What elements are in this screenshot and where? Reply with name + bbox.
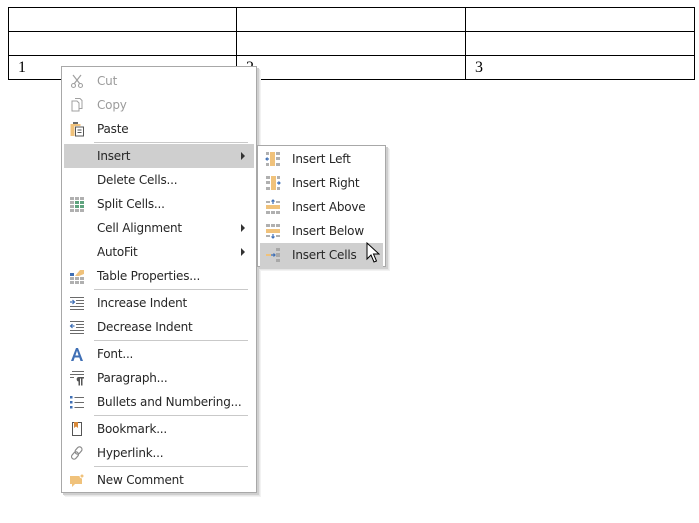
insert-left-icon	[265, 152, 280, 166]
menu-item-label: Font...	[97, 347, 134, 361]
menu-item-autofit[interactable]: AutoFit	[64, 240, 254, 264]
bullets-icon	[70, 396, 84, 409]
submenu-arrow-icon	[241, 248, 245, 256]
table-cell[interactable]	[465, 31, 695, 56]
submenu-arrow-icon	[241, 152, 245, 160]
menu-item-label: Bookmark...	[97, 422, 168, 436]
table-cell[interactable]	[465, 7, 695, 32]
menu-item-label: Copy	[97, 98, 127, 112]
menu-item-label: Bullets and Numbering...	[97, 395, 242, 409]
menu-item-cut[interactable]: Cut	[64, 69, 254, 93]
table-cell[interactable]	[8, 7, 237, 32]
menu-item-label: Hyperlink...	[97, 446, 164, 460]
submenu-item-insert-cells[interactable]: Insert Cells	[260, 243, 383, 267]
font-icon	[71, 348, 83, 361]
submenu-item-insert-right[interactable]: Insert Right	[260, 171, 383, 195]
menu-item-insert[interactable]: Insert	[64, 144, 254, 168]
comment-icon	[70, 473, 85, 487]
table-cell[interactable]: 2	[236, 55, 466, 80]
menu-item-copy[interactable]: Copy	[64, 93, 254, 117]
menu-item-label: Paragraph...	[97, 371, 168, 385]
menu-item-table-properties[interactable]: Table Properties...	[64, 264, 254, 288]
menu-item-paragraph[interactable]: Paragraph...	[64, 366, 254, 390]
insert-below-icon	[266, 224, 280, 239]
menu-item-label: Insert Left	[292, 152, 351, 166]
menu-item-label: Paste	[97, 122, 129, 136]
menu-item-label: Insert Cells	[292, 248, 357, 262]
submenu-item-insert-left[interactable]: Insert Left	[260, 147, 383, 171]
menu-item-label: Insert	[97, 149, 131, 163]
menu-item-label: New Comment	[97, 473, 184, 487]
menu-item-label: Increase Indent	[97, 296, 188, 310]
menu-separator	[94, 466, 248, 467]
scissors-icon	[70, 74, 84, 89]
menu-item-label: Cell Alignment	[97, 221, 182, 235]
paragraph-icon	[70, 371, 84, 386]
menu-item-label: AutoFit	[97, 245, 138, 259]
insert-cells-icon	[266, 248, 280, 262]
table-cell[interactable]: 3	[465, 55, 695, 80]
menu-separator	[94, 289, 248, 290]
table-row	[8, 7, 695, 32]
submenu-item-insert-above[interactable]: Insert Above	[260, 195, 383, 219]
menu-item-label: Decrease Indent	[97, 320, 193, 334]
submenu-arrow-icon	[241, 224, 245, 232]
copy-icon	[71, 98, 83, 112]
split-cells-icon	[70, 197, 84, 212]
menu-item-delete-cells[interactable]: Delete Cells...	[64, 168, 254, 192]
menu-item-label: Cut	[97, 74, 118, 88]
menu-item-split-cells[interactable]: Split Cells...	[64, 192, 254, 216]
table-cell[interactable]	[8, 31, 237, 56]
hyperlink-icon	[70, 446, 83, 460]
menu-item-hyperlink[interactable]: Hyperlink...	[64, 441, 254, 465]
mouse-cursor-icon	[366, 242, 380, 263]
menu-separator	[94, 415, 248, 416]
menu-item-label: Insert Below	[292, 224, 364, 238]
menu-item-label: Table Properties...	[97, 269, 201, 283]
menu-item-new-comment[interactable]: New Comment	[64, 468, 254, 492]
table-cell[interactable]	[236, 31, 466, 56]
menu-item-label: Insert Right	[292, 176, 360, 190]
menu-separator	[94, 142, 248, 143]
increase-indent-icon	[70, 297, 84, 310]
menu-item-label: Split Cells...	[97, 197, 165, 211]
menu-item-increase-indent[interactable]: Increase Indent	[64, 291, 254, 315]
menu-item-label: Insert Above	[292, 200, 366, 214]
decrease-indent-icon	[69, 321, 84, 334]
menu-separator	[94, 340, 248, 341]
menu-item-font[interactable]: Font...	[64, 342, 254, 366]
table-cell[interactable]	[236, 7, 466, 32]
menu-item-label: Delete Cells...	[97, 173, 178, 187]
menu-item-bookmark[interactable]: Bookmark...	[64, 417, 254, 441]
menu-item-cell-alignment[interactable]: Cell Alignment	[64, 216, 254, 240]
menu-item-decrease-indent[interactable]: Decrease Indent	[64, 315, 254, 339]
menu-item-paste[interactable]: Paste	[64, 117, 254, 141]
submenu-item-insert-below[interactable]: Insert Below	[260, 219, 383, 243]
table-properties-icon	[70, 270, 84, 284]
insert-above-icon	[266, 199, 280, 214]
menu-item-bullets-numbering[interactable]: Bullets and Numbering...	[64, 390, 254, 414]
paste-icon	[70, 122, 84, 137]
insert-right-icon	[266, 176, 281, 190]
bookmark-icon	[72, 422, 82, 436]
table-row	[8, 31, 695, 56]
context-menu: Cut Copy Paste Insert Delete Cells... Sp…	[61, 66, 257, 493]
